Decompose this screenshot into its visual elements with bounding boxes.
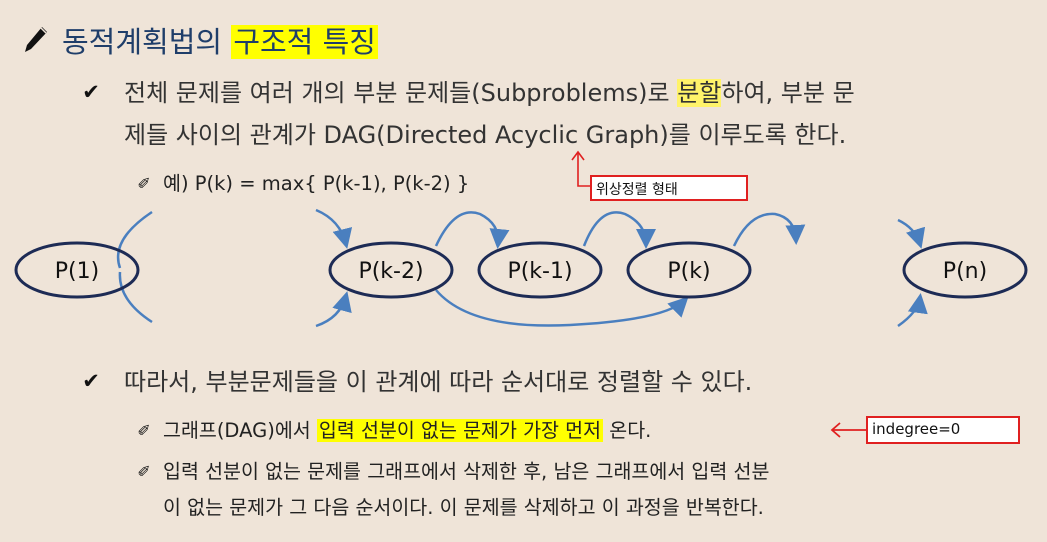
node-p1: P(1) <box>14 241 140 299</box>
example-text: 예) P(k) = max{ P(k-1), P(k-2) } <box>163 172 470 195</box>
pin-icon: ✐ <box>137 421 151 440</box>
bullet-2-text: 따라서, 부분문제들을 이 관계에 따라 순서대로 정렬할 수 있다. <box>124 368 753 396</box>
edge-pk-out <box>732 212 806 247</box>
sub-bullet-2-line-2: 이 없는 문제가 그 다음 순서이다. 이 문제를 삭제하고 이 과정을 반복한… <box>163 496 764 519</box>
title-text: 동적계획법의 구조적 특징 <box>62 19 378 61</box>
node-p1-label: P(1) <box>55 259 99 284</box>
pin-icon: ✐ <box>137 462 151 481</box>
edge-pk2-pk1 <box>434 211 510 249</box>
bullet-1-highlight: 분할 <box>677 79 722 107</box>
node-pn: P(n) <box>902 241 1028 299</box>
dag-diagram: P(1) P(k-2) P(k-1) P(k) P(n) <box>14 208 1028 328</box>
sub-bullet-1-a: 그래프(DAG)에서 <box>163 419 317 442</box>
node-pk1: P(k-1) <box>477 241 603 299</box>
sub-bullet-2-line-1: 입력 선분이 없는 문제를 그래프에서 삭제한 후, 남은 그래프에서 입력 선… <box>163 460 770 483</box>
node-pk1-label: P(k-1) <box>507 259 572 284</box>
edge-into-pn-bottom <box>897 293 928 328</box>
example-row: ✐ 예) P(k) = max{ P(k-1), P(k-2) } <box>135 166 469 202</box>
pencil-icon <box>25 27 47 52</box>
bullet-1-line-2: 제들 사이의 관계가 DAG(Directed Acyclic Graph)를 … <box>124 121 847 149</box>
bullet-2: ✔ 따라서, 부분문제들을 이 관계에 따라 순서대로 정렬할 수 있다. <box>80 361 752 403</box>
node-pk: P(k) <box>626 241 752 299</box>
pin-icon: ✐ <box>137 174 151 193</box>
edge-into-pk2-bottom <box>315 291 352 328</box>
topo-note: 위상정렬 형태 <box>590 175 748 201</box>
bullet-1: ✔ 전체 문제를 여러 개의 부분 문제들(Subproblems)로 분할하여… <box>80 72 855 156</box>
edge-pk1-pk <box>582 211 656 249</box>
bullet-1-line-1-b: 하여, 부분 문 <box>721 79 855 107</box>
bullet-1-line-1-a: 전체 문제를 여러 개의 부분 문제들(Subproblems)로 <box>124 79 678 107</box>
indegree-arrow <box>830 422 868 438</box>
title-plain: 동적계획법의 <box>62 25 232 59</box>
sub-bullet-1-text: 그래프(DAG)에서 입력 선분이 없는 문제가 가장 먼저 온다. <box>163 413 651 449</box>
checkmark-icon: ✔ <box>82 80 100 104</box>
slide-title: 동적계획법의 구조적 특징 <box>22 18 378 62</box>
node-pk2: P(k-2) <box>328 241 454 299</box>
sub-bullet-1-b: 온다. <box>603 419 652 442</box>
title-highlight: 구조적 특징 <box>231 25 378 59</box>
sub-bullet-2: ✐ 입력 선분이 없는 문제를 그래프에서 삭제한 후, 남은 그래프에서 입력… <box>135 454 769 526</box>
sub-bullet-1: ✐ 그래프(DAG)에서 입력 선분이 없는 문제가 가장 먼저 온다. <box>135 413 651 449</box>
edge-into-pn-top <box>897 218 926 249</box>
bullet-1-line-1: 전체 문제를 여러 개의 부분 문제들(Subproblems)로 분할하여, … <box>124 72 855 114</box>
node-pk2-label: P(k-2) <box>358 259 423 284</box>
checkmark-icon: ✔ <box>82 369 100 393</box>
indegree-note: indegree=0 <box>866 416 1020 444</box>
node-pn-label: P(n) <box>943 259 987 284</box>
sub-bullet-1-highlight: 입력 선분이 없는 문제가 가장 먼저 <box>316 419 604 442</box>
edge-into-pk2-top <box>315 208 353 249</box>
node-pk-label: P(k) <box>667 259 710 284</box>
